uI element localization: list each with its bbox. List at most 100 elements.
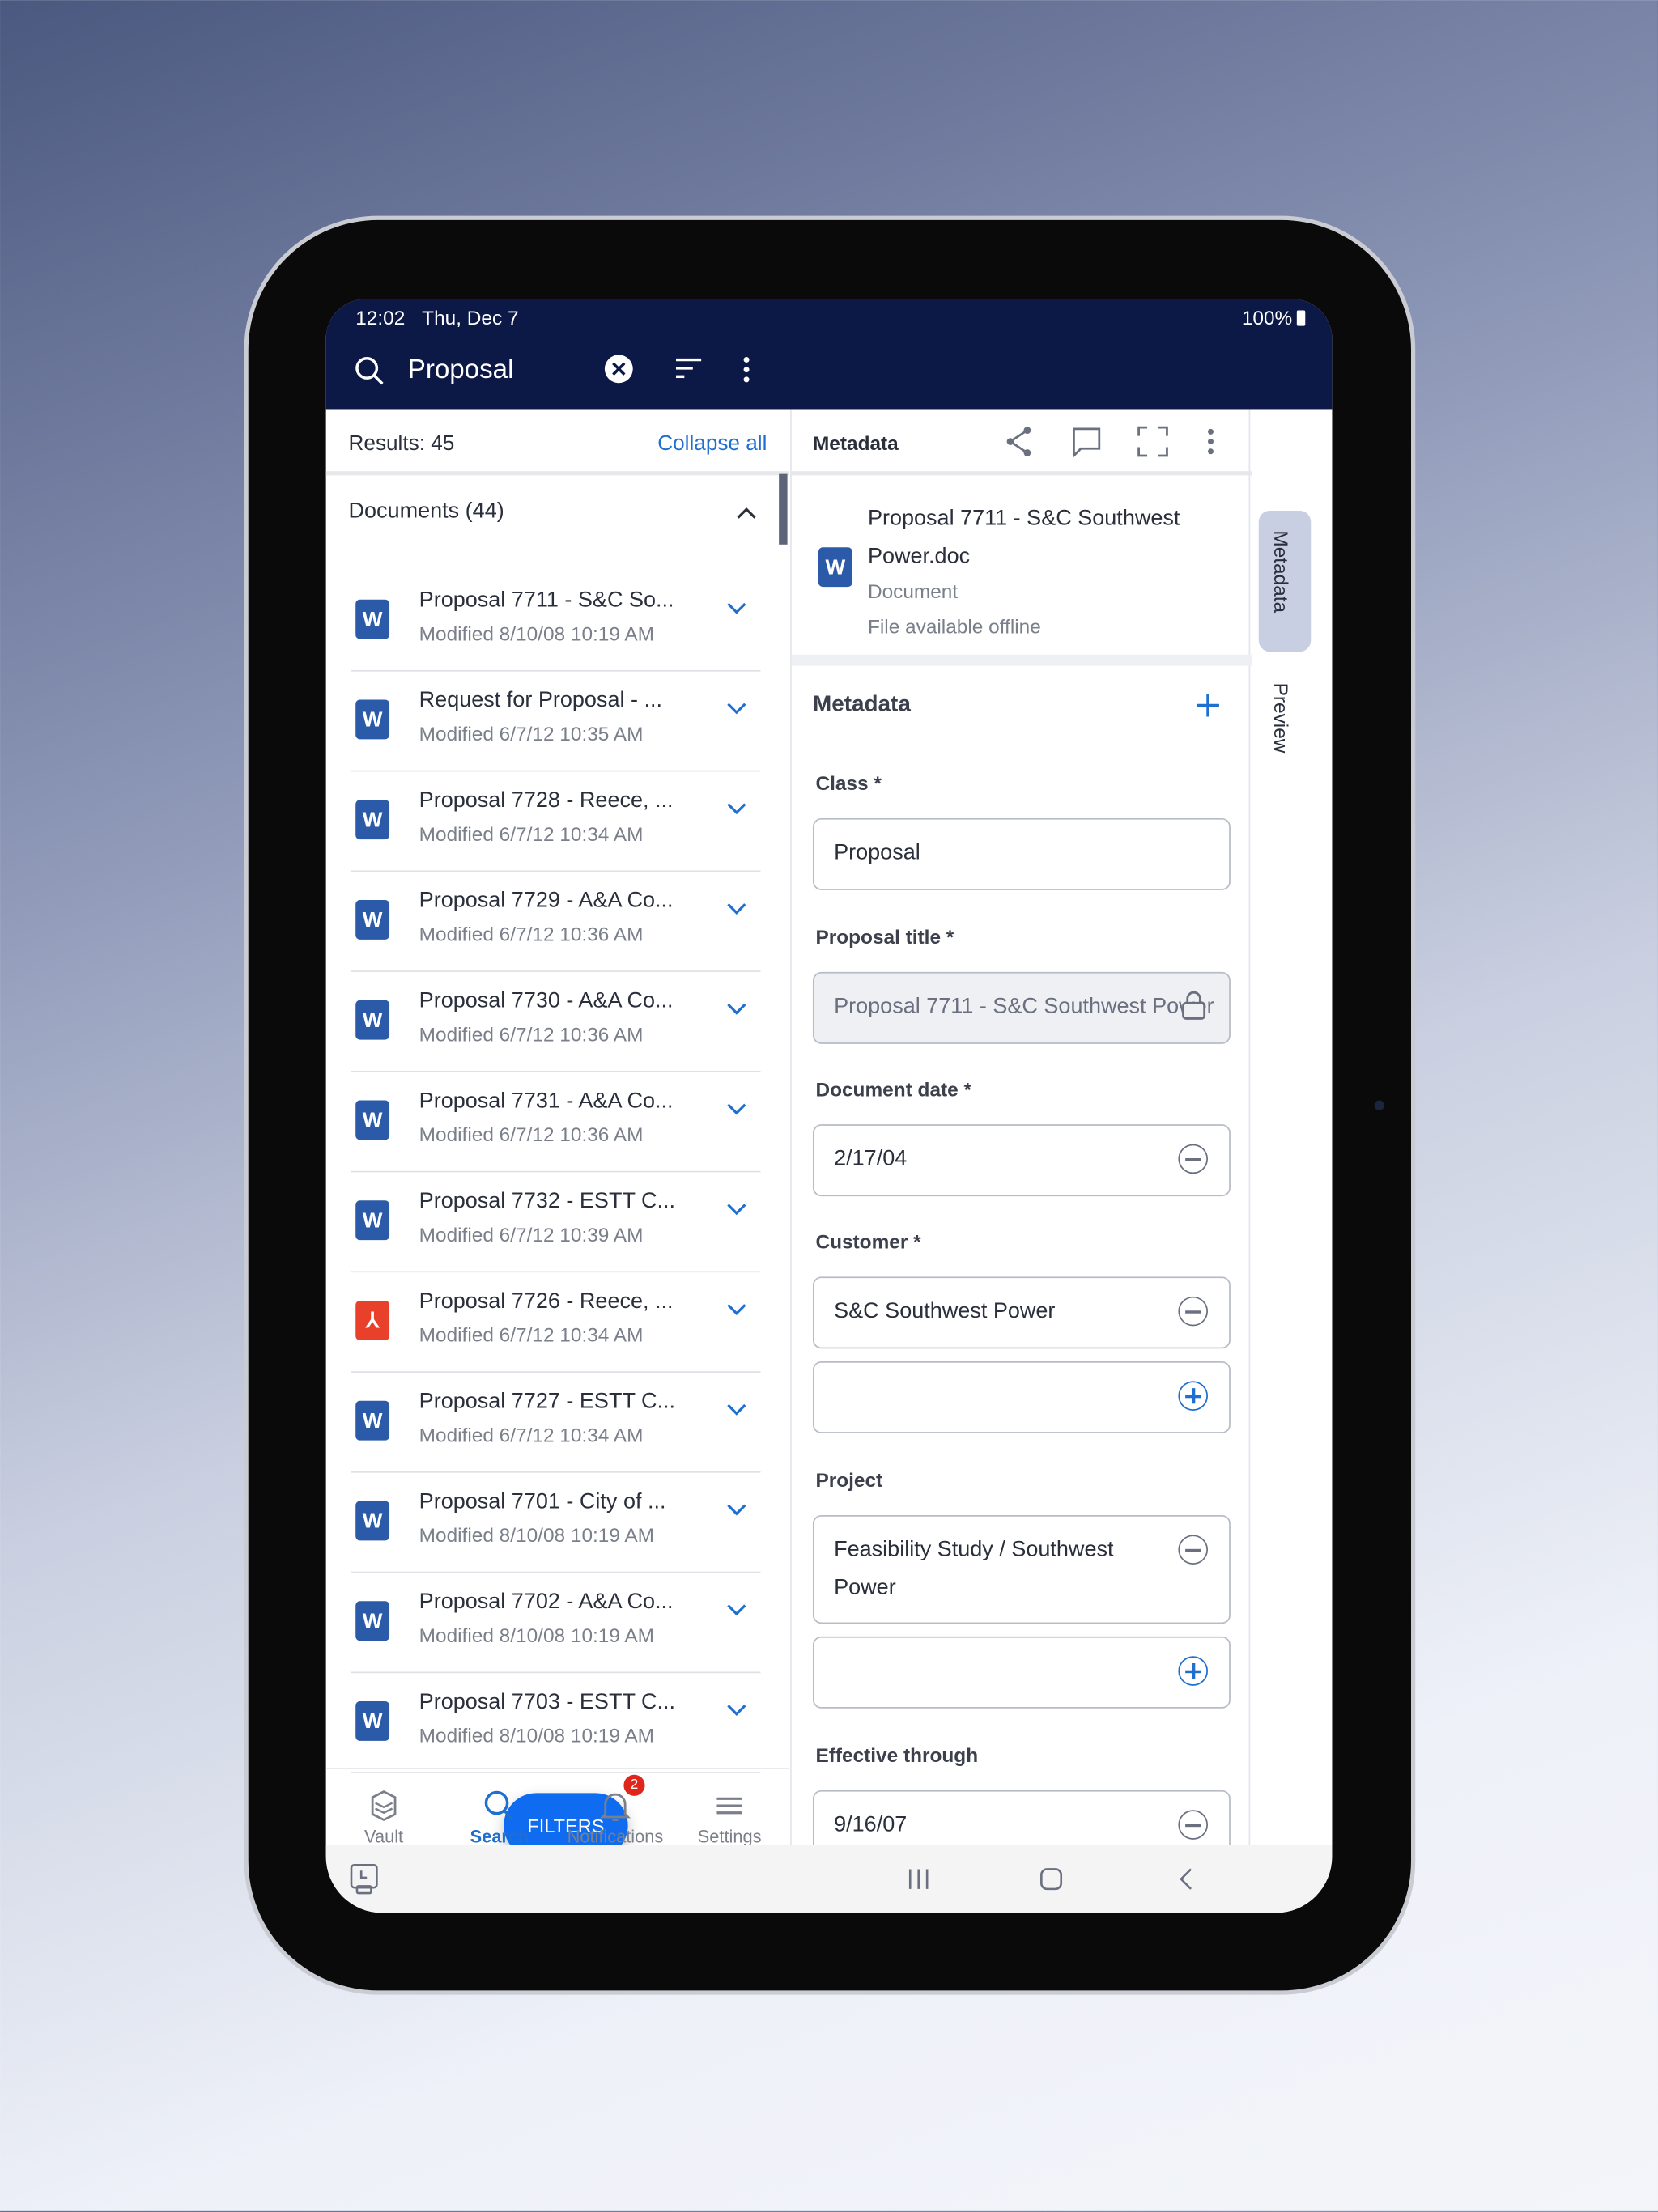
add-value-icon[interactable]: [1178, 1656, 1209, 1686]
document-modified: Modified 8/10/08 10:19 AM: [419, 1624, 654, 1647]
chevron-down-icon[interactable]: [727, 1204, 746, 1216]
document-title: Proposal 7730 - A&A Co...: [419, 988, 674, 1013]
document-modified: Modified 8/10/08 10:19 AM: [419, 622, 654, 645]
home-icon[interactable]: [1040, 1868, 1063, 1891]
chevron-down-icon[interactable]: [727, 703, 746, 715]
chevron-down-icon[interactable]: [727, 1705, 746, 1717]
clear-search-icon[interactable]: [604, 354, 634, 384]
document-list-item[interactable]: W Proposal 7703 - ESTT C... Modified 8/1…: [351, 1673, 761, 1773]
collapse-all-link[interactable]: Collapse all: [657, 431, 767, 456]
chevron-down-icon[interactable]: [727, 1504, 746, 1517]
pane-title: Metadata: [812, 431, 899, 455]
tab-label: Metadata: [1269, 530, 1293, 614]
battery-level: 100%: [1241, 306, 1293, 329]
remove-value-icon[interactable]: [1178, 1535, 1209, 1565]
document-list-item[interactable]: W Proposal 7711 - S&C So... Modified 8/1…: [351, 571, 761, 672]
tab-metadata[interactable]: Metadata: [1258, 510, 1312, 652]
customer-add-field[interactable]: [812, 1361, 1231, 1433]
document-list-item[interactable]: W Proposal 7729 - A&A Co... Modified 6/7…: [351, 872, 761, 972]
word-file-icon: W: [355, 1000, 390, 1040]
word-file-icon: W: [355, 800, 390, 840]
chevron-down-icon[interactable]: [727, 1003, 746, 1016]
nav-notifications[interactable]: Notifications 2: [559, 1774, 671, 1847]
word-file-icon: W: [818, 547, 852, 588]
document-list-item[interactable]: W Proposal 7727 - ESTT C... Modified 6/7…: [351, 1373, 761, 1473]
tablet-screen: 12:02 Thu, Dec 7 100% Proposal Results: …: [325, 299, 1333, 1913]
scrollbar[interactable]: [779, 473, 788, 545]
add-property-icon[interactable]: [1195, 693, 1220, 718]
nav-search[interactable]: Search: [443, 1789, 555, 1847]
word-file-icon: W: [355, 1100, 390, 1140]
document-title: Proposal 7703 - ESTT C...: [419, 1690, 676, 1714]
document-modified: Modified 8/10/08 10:19 AM: [419, 1723, 654, 1747]
chevron-down-icon[interactable]: [727, 602, 746, 615]
class-value: Proposal: [834, 840, 920, 865]
comment-icon[interactable]: [1071, 426, 1102, 457]
sort-icon[interactable]: [675, 358, 702, 379]
document-title: Request for Proposal - ...: [419, 688, 663, 713]
project-value: Feasibility Study / Southwest Power: [834, 1537, 1114, 1600]
remove-value-icon[interactable]: [1178, 1810, 1209, 1840]
chevron-up-icon[interactable]: [737, 507, 756, 520]
divider: [325, 1767, 789, 1769]
recents-icon[interactable]: [908, 1868, 930, 1891]
more-options-icon[interactable]: [742, 355, 750, 384]
divider: [791, 471, 1252, 476]
document-modified: Modified 6/7/12 10:34 AM: [419, 1323, 644, 1346]
more-options-icon[interactable]: [1206, 427, 1214, 456]
results-pane: Results: 45 Collapse all Documents (44) …: [325, 409, 789, 1858]
word-file-icon: W: [355, 1501, 390, 1541]
search-icon[interactable]: [354, 355, 385, 386]
document-list-item[interactable]: W Request for Proposal - ... Modified 6/…: [351, 672, 761, 772]
document-title: Proposal 7731 - A&A Co...: [419, 1089, 674, 1114]
share-icon[interactable]: [1003, 425, 1034, 459]
document-type: Document: [867, 580, 959, 603]
search-input[interactable]: Proposal: [408, 355, 514, 386]
class-field[interactable]: Proposal: [812, 817, 1231, 890]
document-modified: Modified 6/7/12 10:34 AM: [419, 822, 644, 846]
document-modified: Modified 6/7/12 10:39 AM: [419, 1223, 644, 1246]
nav-vault[interactable]: Vault: [327, 1789, 440, 1847]
remove-value-icon[interactable]: [1178, 1296, 1209, 1327]
back-icon[interactable]: [1177, 1868, 1194, 1891]
document-list-item[interactable]: W Proposal 7701 - City of ... Modified 8…: [351, 1473, 761, 1573]
document-list-item[interactable]: W Proposal 7702 - A&A Co... Modified 8/1…: [351, 1573, 761, 1674]
document-modified: Modified 6/7/12 10:36 AM: [419, 922, 644, 945]
camera-sensor: [1374, 1100, 1384, 1110]
project-field[interactable]: Feasibility Study / Southwest Power: [812, 1514, 1231, 1624]
document-list-item[interactable]: W Proposal 7730 - A&A Co... Modified 6/7…: [351, 972, 761, 1072]
word-file-icon: W: [355, 1400, 390, 1441]
customer-field[interactable]: S&C Southwest Power: [812, 1276, 1231, 1349]
customer-value: S&C Southwest Power: [834, 1299, 1056, 1323]
offline-status: File available offline: [867, 614, 1041, 638]
chevron-down-icon[interactable]: [727, 1403, 746, 1416]
document-title: Proposal 7701 - City of ...: [419, 1489, 666, 1514]
chevron-down-icon[interactable]: [727, 1304, 746, 1317]
document-list-item[interactable]: W Proposal 7732 - ESTT C... Modified 6/7…: [351, 1172, 761, 1273]
project-add-field[interactable]: [812, 1636, 1231, 1709]
fullscreen-icon[interactable]: [1137, 426, 1168, 457]
document-date-field[interactable]: 2/17/04: [812, 1124, 1231, 1197]
chevron-down-icon[interactable]: [727, 803, 746, 816]
chevron-down-icon[interactable]: [727, 1103, 746, 1116]
nav-settings[interactable]: Settings: [673, 1789, 785, 1847]
document-title: Proposal 7729 - A&A Co...: [419, 889, 674, 913]
chevron-down-icon[interactable]: [727, 1604, 746, 1617]
document-list-item[interactable]: ⅄ Proposal 7726 - Reece, ... Modified 6/…: [351, 1272, 761, 1373]
chevron-down-icon[interactable]: [727, 903, 746, 916]
document-list-item[interactable]: W Proposal 7731 - A&A Co... Modified 6/7…: [351, 1072, 761, 1173]
class-label: Class *: [815, 771, 882, 795]
side-tabs: Metadata Preview: [1252, 409, 1333, 1845]
recent-apps-shortcut-icon[interactable]: [349, 1862, 380, 1896]
document-date-label: Document date *: [815, 1077, 972, 1101]
document-modified: Modified 8/10/08 10:19 AM: [419, 1523, 654, 1547]
documents-group-header[interactable]: Documents (44): [349, 499, 504, 524]
project-label: Project: [815, 1468, 883, 1492]
document-title: Proposal 7711 - S&C So...: [419, 588, 674, 613]
document-modified: Modified 6/7/12 10:36 AM: [419, 1123, 644, 1146]
tab-preview[interactable]: Preview: [1259, 677, 1311, 776]
results-count: Results: 45: [348, 431, 455, 456]
add-value-icon[interactable]: [1178, 1381, 1209, 1411]
document-list-item[interactable]: W Proposal 7728 - Reece, ... Modified 6/…: [351, 771, 761, 872]
remove-value-icon[interactable]: [1178, 1144, 1209, 1174]
